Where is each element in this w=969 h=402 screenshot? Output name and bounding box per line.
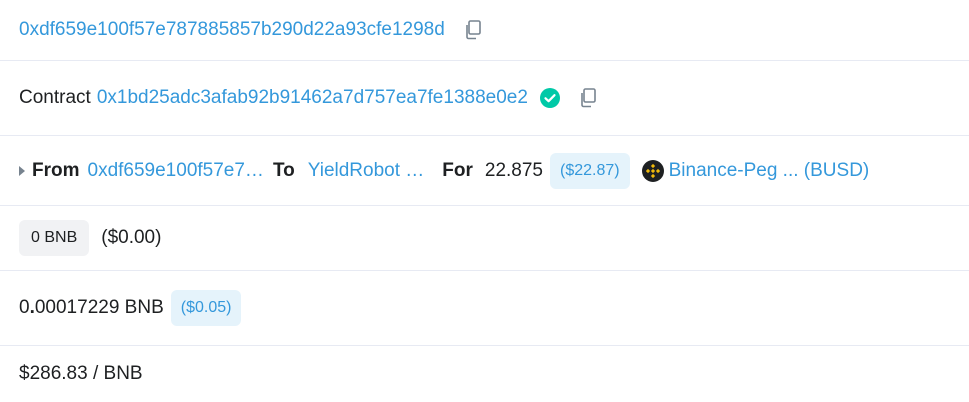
address-row: 0xdf659e100f57e787885857b290d22a93cfe129… bbox=[0, 0, 969, 61]
price-value: $286.83 / BNB bbox=[19, 363, 143, 384]
caret-right-icon[interactable] bbox=[19, 165, 25, 176]
to-address-link[interactable]: YieldRobot … bbox=[308, 160, 425, 182]
from-address-link[interactable]: 0xdf659e100f57e7… bbox=[88, 160, 264, 182]
token-name-link[interactable]: Binance-Peg ... (BUSD) bbox=[669, 160, 870, 182]
check-circle-icon bbox=[539, 87, 561, 109]
contract-address-link[interactable]: 0x1bd25adc3afab92b91462a7d757ea7fe1388e0… bbox=[97, 87, 528, 109]
fee-amount: 0.00017229 BNB bbox=[19, 297, 164, 319]
transfer-usd-badge: ($22.87) bbox=[550, 152, 630, 189]
copy-icon[interactable] bbox=[462, 19, 484, 41]
value-usd: ($0.00) bbox=[101, 227, 162, 248]
contract-label: Contract bbox=[19, 87, 91, 108]
fee-row: 0.00017229 BNB ($0.05) bbox=[0, 271, 969, 346]
value-badge: 0 BNB bbox=[19, 220, 90, 256]
to-label: To bbox=[272, 159, 295, 181]
token-transfer-row: From 0xdf659e100f57e7… To YieldRobot … F… bbox=[0, 136, 969, 206]
price-row: $286.83 / BNB bbox=[0, 346, 969, 402]
contract-row: Contract 0x1bd25adc3afab92b91462a7d757ea… bbox=[0, 61, 969, 136]
transfer-amount: 22.875 bbox=[484, 159, 544, 181]
for-label: For bbox=[442, 159, 473, 181]
copy-icon[interactable] bbox=[577, 87, 599, 109]
fee-amount-rest: 00017229 BNB bbox=[34, 297, 164, 318]
value-row: 0 BNB ($0.00) bbox=[0, 206, 969, 271]
binance-token-icon bbox=[641, 159, 664, 182]
fee-usd-badge: ($0.05) bbox=[170, 290, 242, 326]
address-link[interactable]: 0xdf659e100f57e787885857b290d22a93cfe129… bbox=[19, 19, 445, 41]
from-label: From bbox=[32, 159, 80, 181]
fee-amount-int: 0 bbox=[19, 297, 30, 318]
